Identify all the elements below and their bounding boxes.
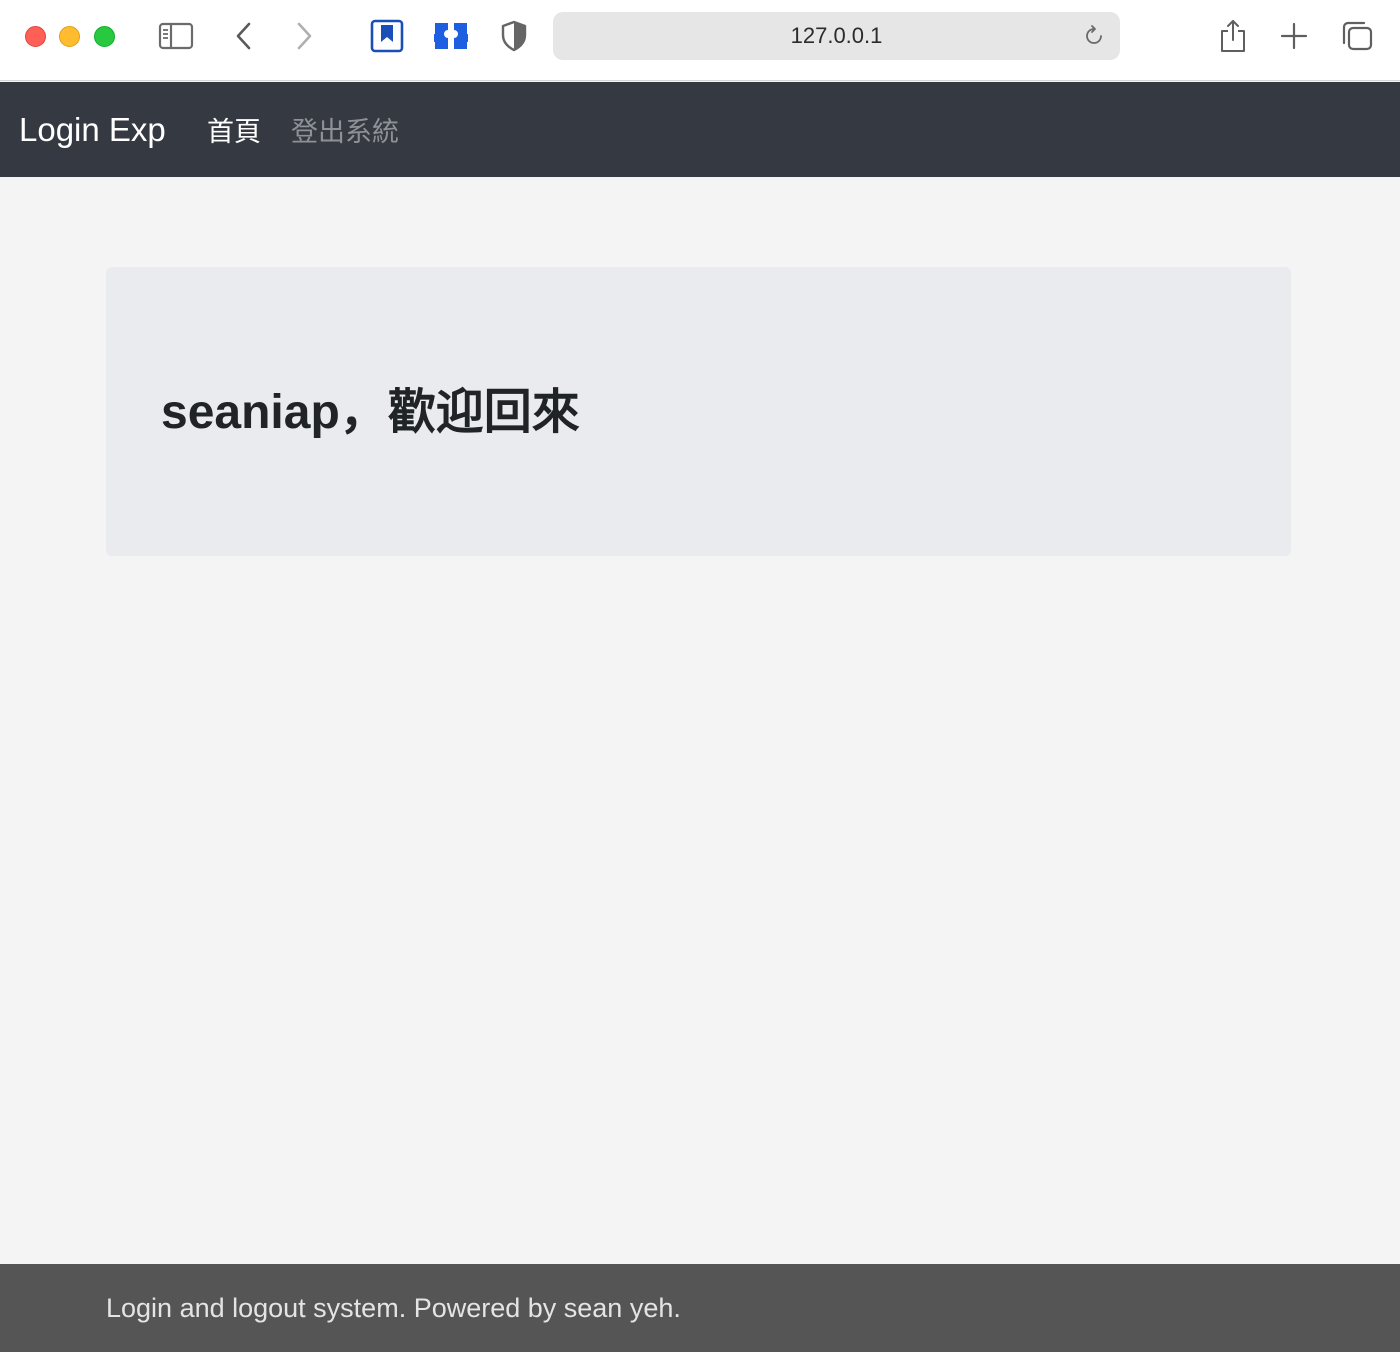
- sidebar-icon[interactable]: [158, 18, 194, 54]
- footer: Login and logout system. Powered by sean…: [0, 1264, 1400, 1352]
- nav-link-home[interactable]: 首頁: [207, 82, 261, 177]
- extension-icon[interactable]: [433, 18, 469, 54]
- footer-text: Login and logout system. Powered by sean…: [106, 1292, 681, 1323]
- nav-link-logout[interactable]: 登出系統: [291, 82, 399, 177]
- tabs-overview-icon[interactable]: [1339, 18, 1375, 54]
- share-icon[interactable]: [1215, 18, 1251, 54]
- close-window-button[interactable]: [25, 26, 46, 47]
- new-tab-icon[interactable]: [1276, 18, 1312, 54]
- brand-link[interactable]: Login Exp: [19, 82, 166, 177]
- address-bar[interactable]: 127.0.0.1: [553, 12, 1120, 60]
- browser-toolbar: 127.0.0.1: [0, 0, 1400, 81]
- reload-icon[interactable]: [1082, 24, 1106, 48]
- welcome-panel: seaniap，歡迎回來: [106, 267, 1291, 556]
- minimize-window-button[interactable]: [59, 26, 80, 47]
- url-text: 127.0.0.1: [790, 23, 883, 48]
- shield-icon[interactable]: [496, 18, 532, 54]
- forward-icon[interactable]: [286, 18, 322, 54]
- welcome-heading: seaniap，歡迎回來: [161, 386, 580, 439]
- back-icon[interactable]: [226, 18, 262, 54]
- zoom-window-button[interactable]: [94, 26, 115, 47]
- navbar: Login Exp 首頁 登出系統: [0, 82, 1400, 177]
- bookmark-icon[interactable]: [369, 18, 405, 54]
